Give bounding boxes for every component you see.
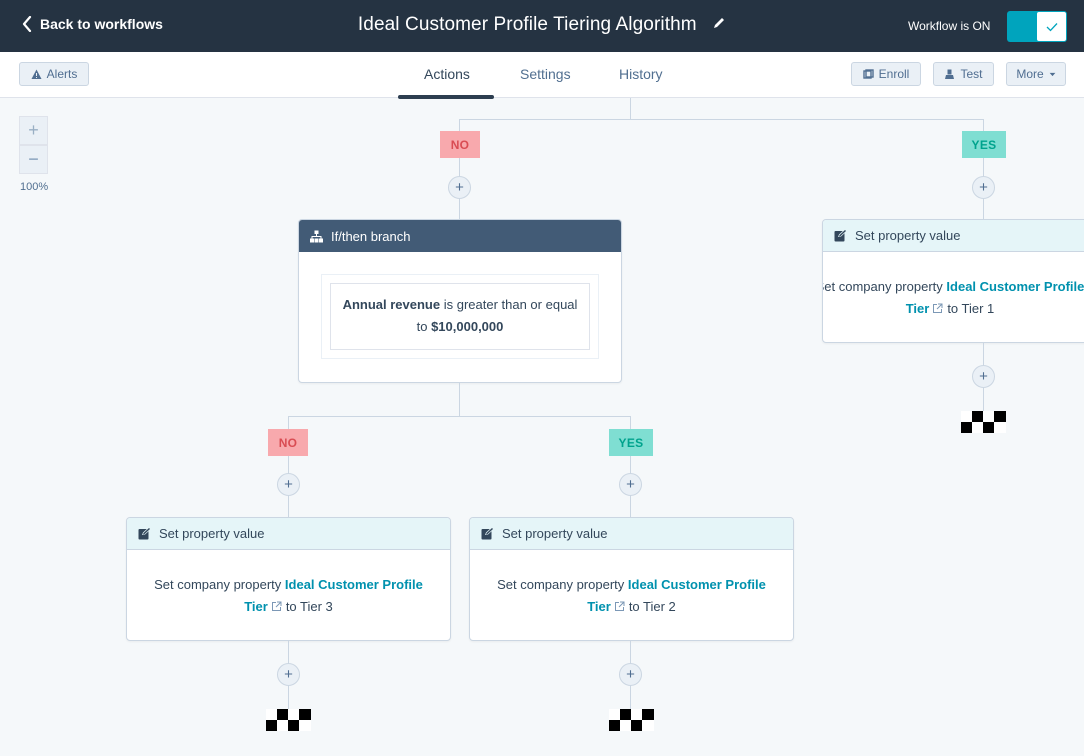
condition-value: $10,000,000 xyxy=(431,319,504,334)
set-property-header: Set property value xyxy=(823,220,1084,252)
tab-settings[interactable]: Settings xyxy=(520,66,571,82)
condition-to: to xyxy=(416,319,428,334)
property-link-tail[interactable]: Tier xyxy=(906,301,930,316)
connector xyxy=(288,416,631,417)
connector xyxy=(459,119,984,120)
ifthen-branch-header: If/then branch xyxy=(299,220,621,252)
branch-no-badge: NO xyxy=(268,429,308,456)
workflow-status-label: Workflow is ON xyxy=(908,19,991,33)
active-tab-indicator xyxy=(398,95,494,99)
add-action-button[interactable]: + xyxy=(448,176,471,199)
property-link[interactable]: Ideal Customer Profile xyxy=(628,577,766,592)
edit-icon xyxy=(481,527,494,540)
condition-property: Annual revenue xyxy=(342,297,441,312)
sub-nav: Alerts Actions Settings History Enroll T… xyxy=(0,52,1084,99)
alerts-button[interactable]: Alerts xyxy=(19,62,89,86)
property-link[interactable]: Ideal Customer Profile xyxy=(285,577,423,592)
description-suffix: to Tier 1 xyxy=(947,301,995,316)
set-property-title: Set property value xyxy=(502,526,608,541)
description-prefix: Set company property xyxy=(822,279,943,294)
set-property-card-tier-2[interactable]: Set property value Set company property … xyxy=(469,517,794,641)
description-suffix: to Tier 2 xyxy=(628,599,676,614)
top-bar: Back to workflows Ideal Customer Profile… xyxy=(0,0,1084,52)
check-icon xyxy=(1046,22,1057,31)
add-action-button[interactable]: + xyxy=(972,365,995,388)
workflow-title-text: Ideal Customer Profile Tiering Algorithm xyxy=(357,14,697,35)
external-link-icon[interactable] xyxy=(932,303,943,314)
ifthen-branch-card[interactable]: If/then branch Annual revenue is greater… xyxy=(298,219,622,383)
zoom-out-button[interactable]: − xyxy=(19,145,48,174)
ifthen-branch-title: If/then branch xyxy=(331,228,411,244)
branch-yes-badge: YES xyxy=(962,131,1006,158)
enroll-icon xyxy=(862,68,874,79)
add-action-button[interactable]: + xyxy=(972,176,995,199)
condition-filter[interactable]: Annual revenue is greater than or equal … xyxy=(330,283,590,350)
connector xyxy=(630,98,631,119)
property-link[interactable]: Ideal Customer Profile xyxy=(946,279,1084,294)
add-action-button[interactable]: + xyxy=(619,473,642,496)
test-label: Test xyxy=(960,67,983,81)
warning-icon xyxy=(31,69,42,79)
branch-yes-badge: YES xyxy=(609,429,653,456)
set-property-header: Set property value xyxy=(127,518,450,550)
connector xyxy=(459,383,460,416)
end-flag-icon xyxy=(609,709,654,731)
set-property-description: Set company property Ideal Customer Prof… xyxy=(127,574,450,618)
description-prefix: Set company property xyxy=(154,577,282,592)
set-property-header: Set property value xyxy=(470,518,793,550)
add-action-button[interactable]: + xyxy=(277,663,300,686)
edit-icon xyxy=(834,229,847,242)
end-flag-icon xyxy=(961,411,1006,433)
property-link-tail[interactable]: Tier xyxy=(587,599,611,614)
condition-group: Annual revenue is greater than or equal … xyxy=(321,274,599,359)
branch-no-badge: NO xyxy=(440,131,480,158)
external-link-icon[interactable] xyxy=(614,601,625,612)
add-action-button[interactable]: + xyxy=(277,473,300,496)
add-action-button[interactable]: + xyxy=(619,663,642,686)
flask-icon xyxy=(945,69,955,79)
condition-operator: is greater than or equal xyxy=(443,297,578,312)
pencil-icon[interactable] xyxy=(712,16,726,30)
more-label: More xyxy=(1016,67,1044,81)
set-property-description: Set company property Ideal Customer Prof… xyxy=(822,276,1084,320)
zoom-in-button[interactable]: + xyxy=(19,116,48,145)
tab-actions[interactable]: Actions xyxy=(424,66,470,82)
description-prefix: Set company property xyxy=(497,577,625,592)
enroll-button[interactable]: Enroll xyxy=(851,62,921,86)
edit-icon xyxy=(138,527,151,540)
set-property-description: Set company property Ideal Customer Prof… xyxy=(470,574,793,618)
end-flag-icon xyxy=(266,709,311,731)
set-property-title: Set property value xyxy=(159,526,265,541)
property-link-tail[interactable]: Tier xyxy=(244,599,268,614)
enroll-label: Enroll xyxy=(878,67,910,81)
alerts-label: Alerts xyxy=(46,67,78,81)
test-button[interactable]: Test xyxy=(933,62,994,86)
branch-icon xyxy=(310,230,323,242)
zoom-level: 100% xyxy=(20,181,49,193)
caret-down-icon xyxy=(1049,72,1056,76)
set-property-title: Set property value xyxy=(855,228,961,243)
tab-history[interactable]: History xyxy=(619,66,663,82)
description-suffix: to Tier 3 xyxy=(285,599,333,614)
zoom-controls: + − xyxy=(19,116,48,174)
toggle-knob xyxy=(1037,12,1066,41)
workflow-on-toggle[interactable] xyxy=(1007,11,1067,42)
external-link-icon[interactable] xyxy=(271,601,282,612)
more-dropdown-button[interactable]: More xyxy=(1006,62,1066,86)
set-property-card-tier-3[interactable]: Set property value Set company property … xyxy=(126,517,451,641)
set-property-card-tier-1[interactable]: Set property value Set company property … xyxy=(822,219,1084,343)
